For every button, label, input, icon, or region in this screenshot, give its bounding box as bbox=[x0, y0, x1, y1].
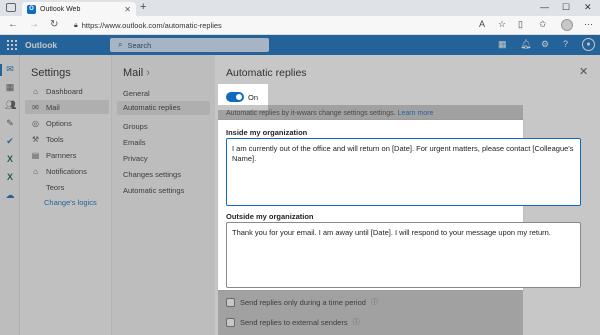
description-text: Automatic replies by it-wwars change set… bbox=[226, 110, 434, 117]
settings-item-teors[interactable]: Teors bbox=[25, 180, 109, 194]
partners-icon: ▤ bbox=[31, 150, 40, 160]
auto-reply-toggle[interactable] bbox=[226, 92, 244, 102]
mail-settings-nav: Mail › General Automatic replies Groups … bbox=[111, 55, 215, 335]
close-icon[interactable]: ✕ bbox=[579, 65, 588, 78]
settings-item-mail[interactable]: ✉ Mail bbox=[25, 100, 109, 114]
settings-item-options[interactable]: ◎ Options bbox=[25, 116, 109, 130]
settings-item-notifications[interactable]: ⌂ Notifications bbox=[25, 164, 109, 178]
time-period-label: Send replies only during a time period bbox=[240, 297, 366, 307]
settings-gear-icon[interactable]: ⚙ bbox=[541, 39, 549, 50]
url-field[interactable]: 🔒︎ https://www.outlook.com/automatic-rep… bbox=[74, 19, 474, 32]
change-logics-link[interactable]: Change's logics bbox=[44, 198, 97, 207]
toggle-highlight: On bbox=[221, 87, 266, 107]
mail-item-automatic-replies[interactable]: Automatic replies bbox=[117, 101, 210, 115]
split-screen-icon[interactable]: ▯ bbox=[518, 19, 523, 30]
maximize-icon[interactable]: ☐ bbox=[562, 2, 570, 13]
search-box[interactable]: ⌕ Search bbox=[110, 38, 269, 52]
lock-icon: 🔒︎ bbox=[74, 21, 78, 29]
onedrive-app-icon[interactable]: ☁ bbox=[5, 190, 15, 200]
settings-item-label: Options bbox=[46, 118, 72, 128]
outlook-header: Outlook ⌕ Search ▦ 🔔︎ ⚙ ? ● bbox=[0, 35, 600, 55]
external-senders-label: Send replies to external senders bbox=[240, 317, 348, 327]
mail-item-privacy[interactable]: Privacy bbox=[123, 154, 148, 163]
more-icon[interactable]: ⋯ bbox=[584, 19, 593, 30]
calendar-icon[interactable]: ▦ bbox=[498, 39, 507, 50]
outside-org-textarea[interactable]: Thank you for your email. I am away unti… bbox=[226, 222, 581, 288]
notifications-icon[interactable]: 🔔︎ bbox=[520, 39, 531, 50]
notes-app-icon[interactable]: ✎ bbox=[5, 118, 15, 128]
mail-item-general[interactable]: General bbox=[123, 89, 150, 98]
inside-org-textarea[interactable]: I am currently out of the office and wil… bbox=[226, 138, 581, 206]
close-tab-icon[interactable]: ✕ bbox=[124, 5, 131, 14]
inside-org-title: Inside my organization bbox=[226, 128, 308, 137]
app-rail: ✉ ▦ 👥︎ ✎ ✔ X X ☁ bbox=[0, 55, 20, 335]
refresh-icon[interactable]: ↻ bbox=[50, 19, 58, 30]
options-icon: ◎ bbox=[32, 118, 39, 128]
settings-item-label: Notifications bbox=[46, 166, 87, 176]
tools-icon: ⚒ bbox=[31, 134, 40, 144]
settings-title: Settings bbox=[31, 67, 71, 79]
settings-item-label: Mail bbox=[46, 102, 60, 112]
time-period-checkbox[interactable] bbox=[226, 297, 235, 307]
inside-org-text: I am currently out of the office and wil… bbox=[232, 144, 574, 163]
mail-icon: ✉ bbox=[32, 102, 39, 112]
outside-org-title: Outside my organization bbox=[226, 212, 314, 221]
time-period-option[interactable]: Send replies only during a time period ⓘ bbox=[226, 297, 378, 307]
mail-app-icon[interactable]: ✉ bbox=[5, 64, 15, 74]
app-launcher-icon[interactable] bbox=[7, 40, 17, 50]
favorites-icon[interactable]: ✩ bbox=[539, 19, 547, 30]
app-name: Outlook bbox=[25, 40, 58, 50]
close-window-icon[interactable]: ✕ bbox=[584, 2, 592, 13]
calendar-app-icon[interactable]: ▦ bbox=[5, 82, 15, 92]
chevron-right-icon: › bbox=[146, 67, 150, 79]
settings-item-tools[interactable]: ⚒ Tools bbox=[25, 132, 109, 146]
mail-item-changes-settings[interactable]: Changes settings bbox=[123, 170, 181, 179]
todo-app-icon[interactable]: ✔ bbox=[5, 136, 15, 146]
mail-item-groups[interactable]: Groups bbox=[123, 122, 148, 131]
search-icon: ⌕ bbox=[118, 40, 123, 49]
rail-active-indicator bbox=[0, 64, 2, 76]
outside-org-text: Thank you for your email. I am away unti… bbox=[232, 228, 551, 237]
browser-tab[interactable]: O Outlook Web ✕ bbox=[22, 2, 136, 16]
excel-app-icon-2[interactable]: X bbox=[5, 172, 15, 182]
settings-item-label: Tools bbox=[46, 134, 64, 144]
forward-icon[interactable]: → bbox=[29, 19, 39, 30]
settings-item-dashboard[interactable]: ⌂ Dashboard bbox=[25, 84, 109, 98]
read-aloud-icon[interactable]: A bbox=[479, 19, 485, 29]
info-icon[interactable]: ⓘ bbox=[371, 297, 378, 307]
browser-address-bar: ← → ↻ 🔒︎ https://www.outlook.com/automat… bbox=[0, 16, 600, 35]
user-avatar-icon[interactable]: ● bbox=[582, 38, 595, 51]
settings-nav: Settings ⌂ Dashboard ✉ Mail ◎ Options ⚒ … bbox=[20, 55, 111, 335]
mail-section-title: Mail › bbox=[123, 67, 150, 79]
settings-item-label: Teors bbox=[46, 182, 65, 192]
info-icon[interactable]: ⓘ bbox=[353, 317, 360, 327]
profile-avatar[interactable] bbox=[561, 19, 573, 31]
minimize-icon[interactable]: — bbox=[540, 2, 549, 12]
mail-item-automatic-settings[interactable]: Automatic settings bbox=[123, 186, 184, 195]
url-text: https://www.outlook.com/automatic-replie… bbox=[81, 21, 222, 30]
settings-item-partners[interactable]: ▤ Parnners bbox=[25, 148, 109, 162]
toggle-label: On bbox=[248, 93, 259, 102]
settings-item-label: Parnners bbox=[46, 150, 77, 160]
page-title: Automatic replies bbox=[226, 67, 307, 79]
dashboard-icon: ⌂ bbox=[33, 86, 38, 96]
people-app-icon[interactable]: 👥︎ bbox=[5, 100, 16, 110]
back-icon[interactable]: ← bbox=[8, 19, 18, 30]
learn-more-link[interactable]: Learn more bbox=[398, 110, 434, 117]
favorite-star-icon[interactable]: ☆ bbox=[498, 19, 506, 30]
settings-item-label: Dashboard bbox=[46, 86, 83, 96]
new-tab-button[interactable]: + bbox=[140, 1, 146, 13]
tab-actions-icon[interactable] bbox=[6, 3, 16, 12]
bell-icon: ⌂ bbox=[33, 166, 38, 176]
browser-tab-bar: O Outlook Web ✕ + — ☐ ✕ bbox=[0, 0, 600, 16]
excel-app-icon[interactable]: X bbox=[5, 154, 15, 164]
external-senders-checkbox[interactable] bbox=[226, 317, 235, 327]
external-senders-option[interactable]: Send replies to external senders ⓘ bbox=[226, 317, 360, 327]
mail-item-emails[interactable]: Emails bbox=[123, 138, 146, 147]
tab-title: Outlook Web bbox=[40, 5, 81, 13]
help-icon[interactable]: ? bbox=[563, 39, 568, 49]
outlook-logo-icon: O bbox=[27, 4, 36, 14]
search-placeholder: Search bbox=[127, 40, 152, 50]
